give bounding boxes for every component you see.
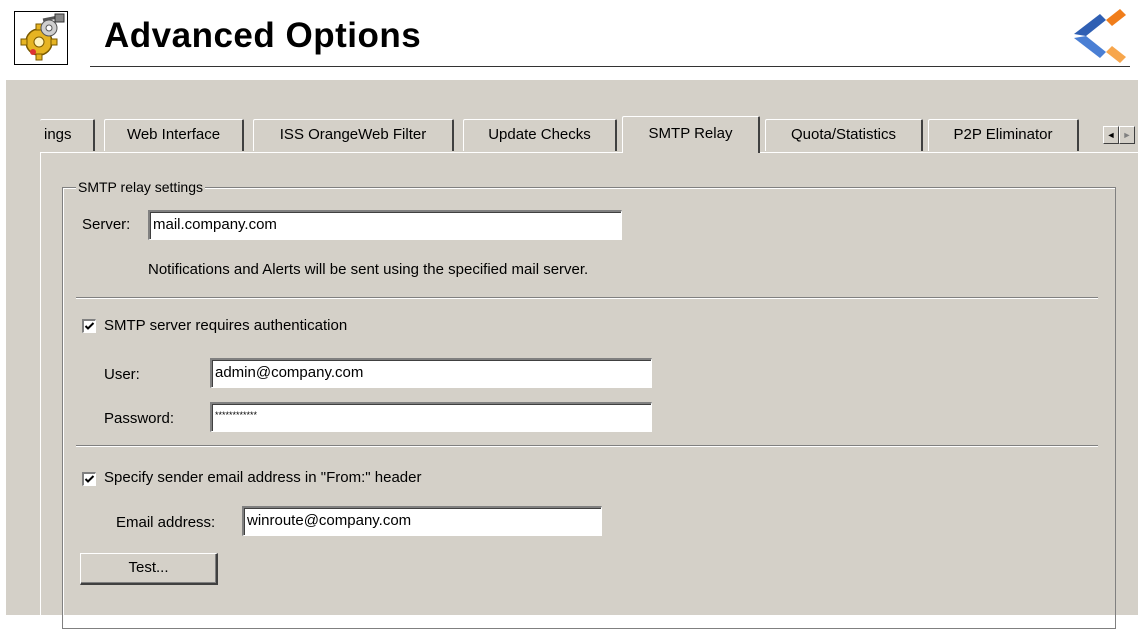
separator-highlight — [76, 446, 1098, 447]
tab-partial[interactable]: ings — [40, 119, 95, 151]
tab-label: Update Checks — [488, 126, 591, 143]
tab-update-checks[interactable]: Update Checks — [463, 119, 617, 151]
test-button[interactable]: Test... — [80, 553, 218, 585]
tab-quota-statistics[interactable]: Quota/Statistics — [765, 119, 923, 151]
tab-label: ings — [44, 126, 72, 143]
tab-label: ISS OrangeWeb Filter — [279, 126, 427, 143]
gear-tools-icon — [14, 11, 68, 65]
tab-iss-orangeweb-filter[interactable]: ISS OrangeWeb Filter — [253, 119, 454, 151]
tab-label: Quota/Statistics — [790, 126, 897, 143]
email-address-input[interactable]: winroute@company.com — [242, 506, 602, 536]
tab-strip: ings Web Interface ISS OrangeWeb Filter … — [0, 116, 1138, 153]
checkmark-icon — [84, 475, 95, 483]
password-input[interactable]: ************ — [210, 402, 652, 432]
tab-smtp-relay[interactable]: SMTP Relay — [622, 116, 760, 153]
page-title: Advanced Options — [104, 16, 422, 55]
tab-p2p-eliminator[interactable]: P2P Eliminator — [928, 119, 1079, 151]
header-bar: Advanced Options — [0, 0, 1138, 80]
tab-label: P2P Eliminator — [953, 126, 1053, 143]
tab-label: Web Interface — [126, 126, 221, 143]
tab-label: SMTP Relay — [648, 125, 733, 142]
email-address-label: Email address: — [116, 514, 216, 531]
auth-required-checkbox[interactable] — [82, 319, 96, 333]
brand-chevron-logo — [1066, 0, 1138, 68]
from-header-checkbox[interactable] — [82, 472, 96, 486]
from-header-label[interactable]: Specify sender email address in "From:" … — [104, 469, 421, 487]
password-label: Password: — [104, 410, 175, 427]
user-label: User: — [104, 366, 140, 383]
separator-highlight — [76, 298, 1098, 299]
tab-scroll-right-button[interactable]: ► — [1119, 126, 1135, 144]
server-input[interactable]: mail.company.com — [148, 210, 622, 240]
header-divider — [90, 66, 1130, 67]
tab-web-interface[interactable]: Web Interface — [104, 119, 244, 151]
server-notice-text: Notifications and Alerts will be sent us… — [148, 261, 589, 278]
user-input[interactable]: admin@company.com — [210, 358, 652, 388]
auth-required-label[interactable]: SMTP server requires authentication — [104, 317, 347, 335]
groupbox-title: SMTP relay settings — [76, 178, 206, 196]
tab-scroll-left-button[interactable]: ◄ — [1103, 126, 1119, 144]
checkmark-icon — [84, 322, 95, 330]
server-label: Server: — [82, 216, 131, 233]
